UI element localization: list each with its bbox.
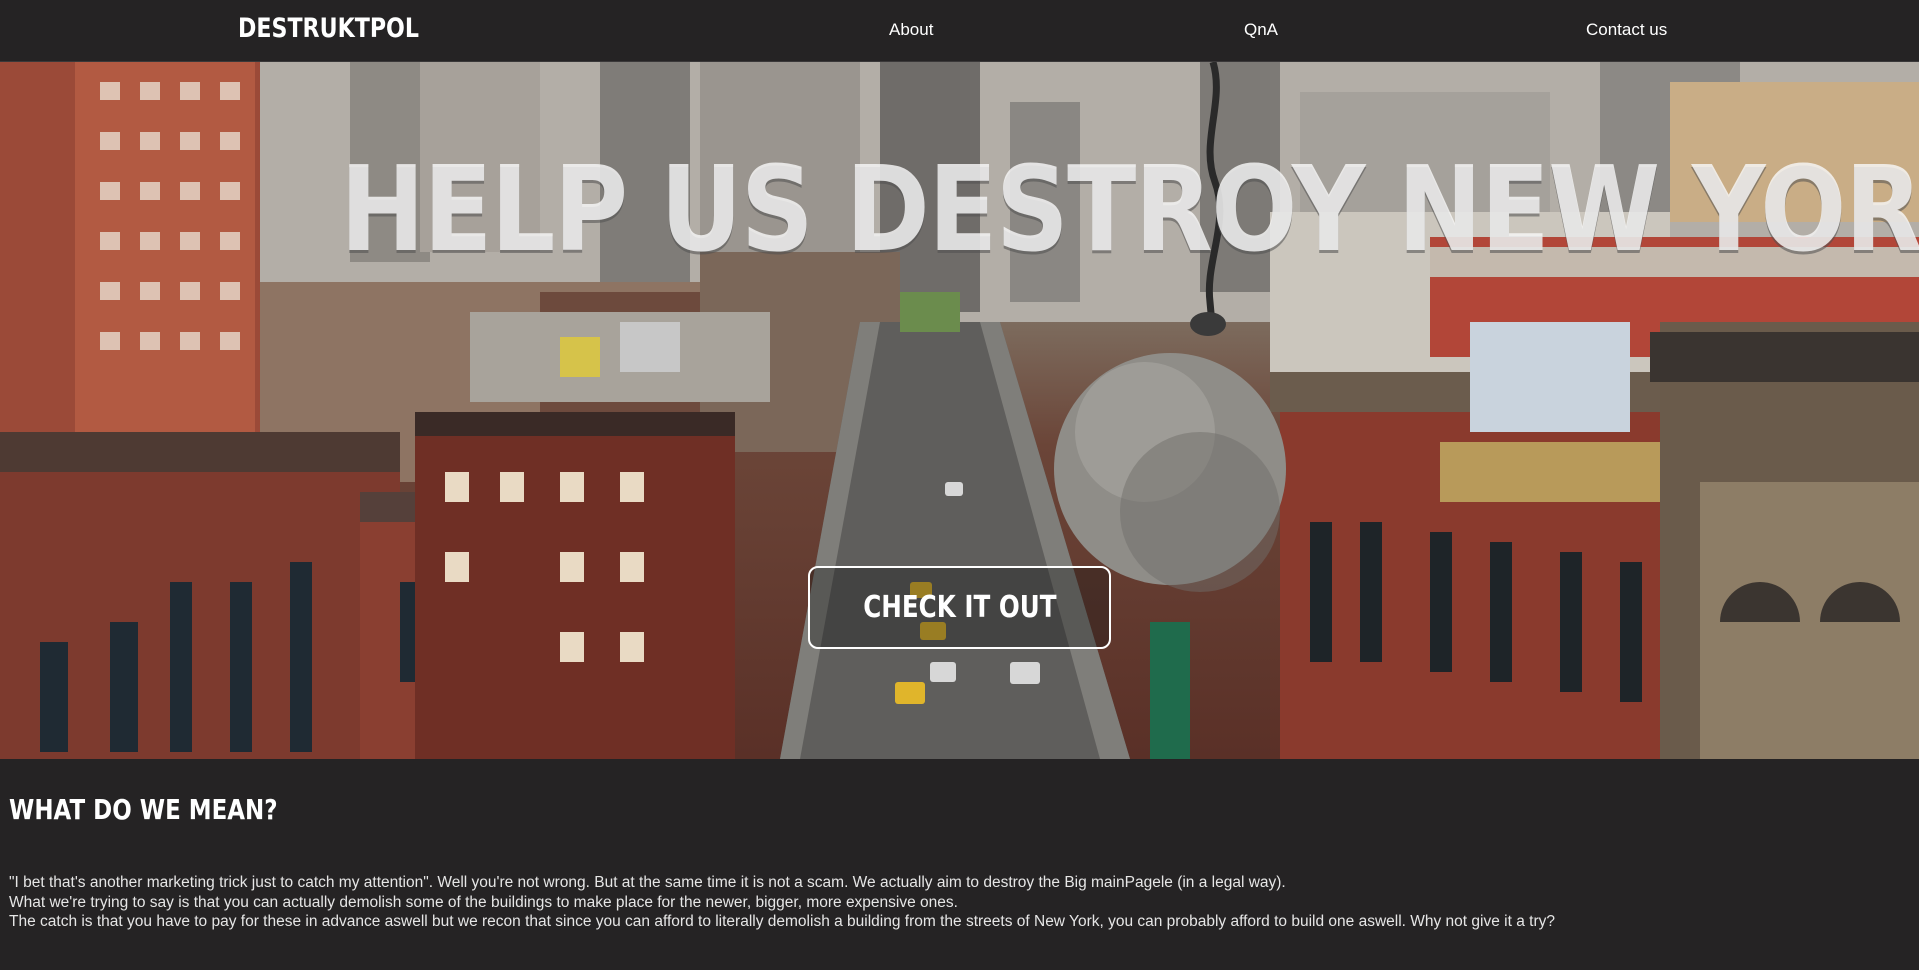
section-body: "I bet that's another marketing trick ju… [9,873,1889,932]
body-paragraph: The catch is that you have to pay for th… [9,913,1555,930]
section-heading: WHAT DO WE MEAN? [9,793,278,826]
hero-banner: HELP US DESTROY NEW YORK CHECK IT OUT [0,62,1919,759]
cta-label: CHECK IT OUT [862,590,1057,625]
nav-link-qna[interactable]: QnA [1244,20,1278,40]
body-paragraph: "I bet that's another marketing trick ju… [9,874,1286,891]
check-it-out-button[interactable]: CHECK IT OUT [808,566,1111,649]
body-paragraph: What we're trying to say is that you can… [9,893,958,911]
brand-logo[interactable]: DESTRUKTPOL [238,13,419,44]
nav-link-contact[interactable]: Contact us [1586,20,1667,40]
nav-link-about[interactable]: About [889,20,933,40]
top-navbar: DESTRUKTPOL About QnA Contact us [0,0,1919,62]
hero-title: HELP US DESTROY NEW YORK [340,140,1919,278]
